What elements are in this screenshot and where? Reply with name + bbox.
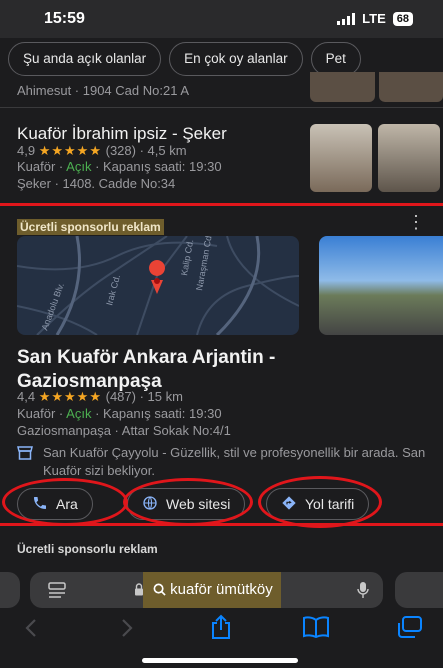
url-query[interactable]: kuaför ümütköy [143, 572, 281, 608]
star-rating-icon: ★★★★★ [38, 143, 102, 158]
address-bar[interactable]: kuaför ümütköy [30, 572, 383, 608]
highlight-line-bottom [0, 523, 443, 526]
url-query-text: kuaför ümütköy [170, 581, 273, 598]
distance: · 15 km [139, 389, 183, 404]
search-icon [153, 581, 170, 598]
rating-value: 4,4 [17, 389, 36, 404]
filter-chips: Şu anda açık olanlar En çok oy alanlar P… [8, 42, 361, 76]
ad-address: Gaziosmanpaşa · Attar Sokak No:4/1 [17, 423, 231, 438]
highlight-oval-call [2, 478, 128, 526]
ad-title[interactable]: San Kuaför Ankara Arjantin - Gaziosmanpa… [17, 346, 337, 394]
rating-value: 4,9 [17, 143, 36, 158]
highlight-oval-directions [258, 476, 382, 528]
network-type: LTE [362, 11, 386, 26]
result-meta: Kuaför · Açık · Kapanış saati: 19:30 [17, 159, 222, 174]
map-thumbnail[interactable]: Kalip Cd. Naraşman Cd. Irak Cd. Anadolu … [17, 236, 299, 335]
share-icon[interactable] [210, 614, 232, 645]
store-icon [17, 446, 33, 465]
more-options-icon[interactable]: ⋮ [407, 213, 425, 231]
signal-icon [337, 12, 356, 25]
back-icon[interactable] [24, 618, 38, 643]
highlight-line-top [0, 203, 443, 206]
tabs-icon[interactable] [397, 616, 423, 643]
category: Kuaför [17, 406, 56, 421]
closing-time: Kapanış saati: 19:30 [103, 406, 222, 421]
map-label: Irak Cd. [104, 273, 122, 306]
ad-rating: 4,4 ★★★★★ (487) · 15 km [17, 389, 183, 405]
battery-icon: 68 [392, 11, 413, 26]
page-menu-icon[interactable] [48, 582, 66, 603]
status-icons: LTE 68 [337, 11, 413, 26]
review-count: (487) [105, 389, 136, 404]
sponsored-label-2: Ücretli sponsorlu reklam [17, 542, 158, 556]
ad-meta: Kuaför · Açık · Kapanış saati: 19:30 [17, 406, 222, 421]
category: Kuaför [17, 159, 56, 174]
sponsored-label: Ücretli sponsorlu reklam [17, 219, 164, 235]
browser-toolbar [0, 612, 443, 646]
chip-top-rated[interactable]: En çok oy alanlar [169, 42, 303, 76]
forward-icon[interactable] [120, 618, 134, 643]
ad-description-text: San Kuaför Çayyolu - Güzellik, stil ve p… [43, 445, 426, 478]
business-photo[interactable] [319, 236, 443, 335]
result-rating: 4,9 ★★★★★ (328) · 4,5 km [17, 143, 187, 159]
microphone-icon[interactable] [357, 581, 369, 604]
open-status: Açık [66, 159, 92, 174]
highlight-oval-website [123, 478, 253, 526]
previous-result-photos[interactable] [310, 72, 443, 102]
distance: · 4,5 km [139, 143, 187, 158]
status-time: 15:59 [44, 10, 85, 27]
chip-open-now[interactable]: Şu anda açık olanlar [8, 42, 162, 76]
result-title[interactable]: Kuaför İbrahim ipsiz - Şeker [17, 124, 227, 144]
open-status: Açık [66, 406, 92, 421]
closing-time: Kapanış saati: 19:30 [103, 159, 222, 174]
divider [0, 107, 443, 108]
previous-tab-stub[interactable] [0, 572, 20, 608]
previous-result-address: Ahimesut · 1904 Cad No:21 A [17, 83, 189, 98]
review-count: (328) [105, 143, 136, 158]
chip-pet[interactable]: Pet [310, 42, 361, 76]
next-tab-stub[interactable] [395, 572, 443, 608]
home-indicator [142, 658, 298, 663]
result-address: Şeker · 1408. Cadde No:34 [17, 176, 176, 191]
star-rating-icon: ★★★★★ [38, 389, 102, 404]
bookmarks-icon[interactable] [302, 616, 330, 643]
result-photos[interactable] [310, 124, 443, 192]
status-bar: 15:59 LTE 68 [0, 0, 443, 38]
